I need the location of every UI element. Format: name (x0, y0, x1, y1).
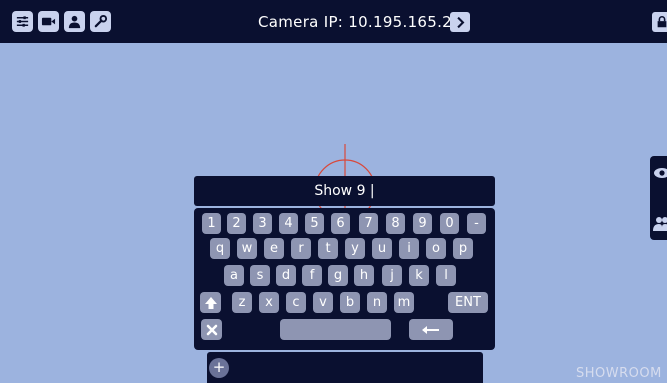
key-l[interactable]: l (436, 265, 456, 286)
key-b[interactable]: b (340, 292, 360, 313)
on-screen-keyboard: 1 2 3 4 5 6 7 8 9 0 - q w e r t y u i o … (194, 208, 495, 350)
key-h[interactable]: h (354, 265, 374, 286)
lock-icon (657, 16, 667, 28)
wrench-icon[interactable] (90, 11, 111, 32)
backspace-arrow-icon (422, 325, 439, 334)
key-9[interactable]: 9 (413, 213, 432, 234)
key-g[interactable]: g (328, 265, 348, 286)
key-k[interactable]: k (409, 265, 429, 286)
shift-arrow-icon (204, 296, 217, 309)
camera-ip-title: Camera IP: 10.195.165.22 (258, 13, 462, 31)
key-minus[interactable]: - (467, 213, 486, 234)
eye-icon[interactable] (653, 164, 667, 182)
shift-key[interactable] (200, 292, 221, 313)
key-x[interactable]: x (259, 292, 279, 313)
chevron-right-icon (456, 16, 464, 28)
key-r[interactable]: r (291, 238, 311, 259)
space-key[interactable] (280, 319, 391, 340)
top-bar: Camera IP: 10.195.165.22 (0, 0, 667, 43)
key-8[interactable]: 8 (386, 213, 405, 234)
side-panel (650, 156, 667, 240)
key-f[interactable]: f (302, 265, 322, 286)
key-5[interactable]: 5 (305, 213, 324, 234)
key-6[interactable]: 6 (331, 213, 350, 234)
key-7[interactable]: 7 (359, 213, 378, 234)
key-j[interactable]: j (382, 265, 402, 286)
key-a[interactable]: a (224, 265, 244, 286)
key-t[interactable]: t (318, 238, 338, 259)
key-y[interactable]: y (345, 238, 365, 259)
key-d[interactable]: d (276, 265, 296, 286)
key-4[interactable]: 4 (279, 213, 298, 234)
key-s[interactable]: s (250, 265, 270, 286)
key-q[interactable]: q (210, 238, 230, 259)
close-icon (206, 324, 217, 335)
watermark: SHOWROOM (576, 366, 662, 381)
bottom-panel (207, 352, 483, 383)
next-camera-button[interactable] (450, 12, 470, 32)
text-input[interactable]: Show 9 | (194, 176, 495, 206)
key-2[interactable]: 2 (227, 213, 246, 234)
key-u[interactable]: u (372, 238, 392, 259)
key-c[interactable]: c (286, 292, 306, 313)
sliders-icon[interactable] (12, 11, 33, 32)
key-e[interactable]: e (264, 238, 284, 259)
close-keyboard-key[interactable] (201, 319, 222, 340)
key-v[interactable]: v (313, 292, 333, 313)
key-z[interactable]: z (232, 292, 252, 313)
key-p[interactable]: p (453, 238, 473, 259)
key-m[interactable]: m (394, 292, 414, 313)
users-icon[interactable] (653, 214, 667, 232)
key-o[interactable]: o (426, 238, 446, 259)
key-1[interactable]: 1 (202, 213, 221, 234)
enter-key[interactable]: ENT (448, 292, 488, 313)
key-3[interactable]: 3 (253, 213, 272, 234)
backspace-key[interactable] (409, 319, 453, 340)
key-n[interactable]: n (367, 292, 387, 313)
add-button[interactable]: + (209, 358, 229, 378)
lock-button[interactable] (652, 12, 667, 32)
user-icon[interactable] (64, 11, 85, 32)
video-camera-icon[interactable] (38, 11, 59, 32)
key-0[interactable]: 0 (440, 213, 459, 234)
key-w[interactable]: w (237, 238, 257, 259)
key-i[interactable]: i (399, 238, 419, 259)
